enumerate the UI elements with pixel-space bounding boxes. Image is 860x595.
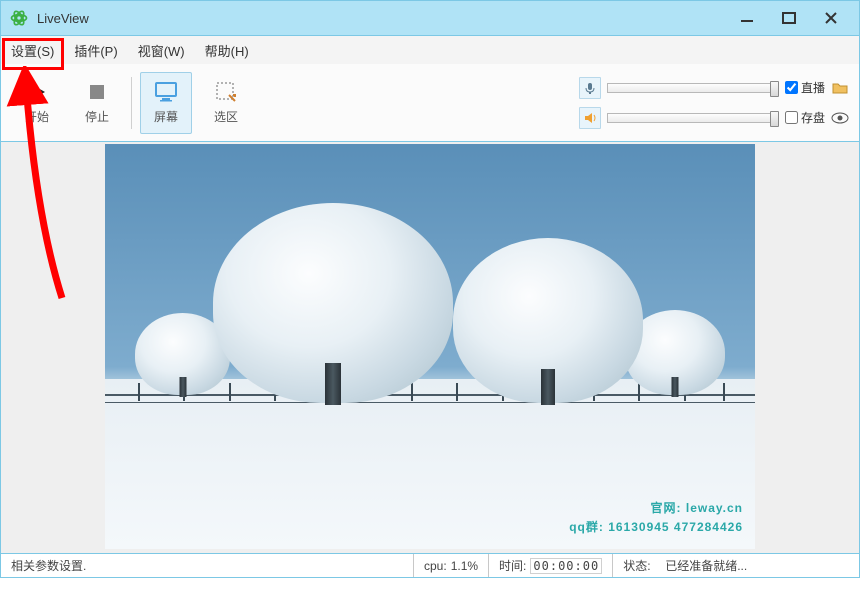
toolbar-region-button[interactable]: 选区 (200, 72, 252, 134)
preview-area: 官网: leway.cn qq群: 16130945 477284426 (0, 142, 860, 554)
menu-bar: 设置(S) 插件(P) 视窗(W) 帮助(H) (0, 36, 860, 64)
live-checkbox[interactable]: 直播 (785, 79, 825, 96)
close-button[interactable] (819, 6, 843, 30)
status-cpu: cpu:1.1% (413, 554, 488, 577)
status-time: 时间: 00:00:00 (488, 554, 612, 577)
status-message: 相关参数设置. (1, 557, 413, 574)
mic-slider-row: 直播 (579, 77, 849, 99)
menu-settings[interactable]: 设置(S) (1, 37, 64, 64)
toolbar-separator (131, 77, 132, 129)
save-checkbox[interactable]: 存盘 (785, 109, 825, 126)
toolbar-source-group: 屏幕 选区 (140, 72, 252, 134)
preview-image: 官网: leway.cn qq群: 16130945 477284426 (105, 144, 755, 549)
mic-volume-slider[interactable] (607, 83, 779, 93)
speaker-volume-slider[interactable] (607, 113, 779, 123)
menu-window[interactable]: 视窗(W) (128, 37, 195, 64)
status-state: 状态: 已经准备就绪... (612, 554, 859, 577)
region-select-icon (214, 80, 238, 104)
toolbar: 开始 停止 屏幕 选区 直播 存盘 (0, 64, 860, 142)
toolbar-label: 选区 (214, 108, 238, 125)
folder-open-icon[interactable] (831, 79, 849, 97)
toolbar-label: 开始 (25, 108, 49, 125)
time-display: 00:00:00 (530, 558, 602, 574)
toolbar-label: 屏幕 (154, 108, 178, 125)
title-bar: LiveView (0, 0, 860, 36)
toolbar-start-button[interactable]: 开始 (11, 72, 63, 134)
menu-plugins[interactable]: 插件(P) (64, 37, 127, 64)
toolbar-stop-button[interactable]: 停止 (71, 72, 123, 134)
play-icon (25, 80, 49, 104)
speaker-icon[interactable] (579, 107, 601, 129)
monitor-icon (154, 80, 178, 104)
minimize-button[interactable] (735, 6, 759, 30)
window-controls (735, 6, 851, 30)
status-bar: 相关参数设置. cpu:1.1% 时间: 00:00:00 状态: 已经准备就绪… (0, 554, 860, 578)
toolbar-playback-group: 开始 停止 (11, 72, 123, 134)
speaker-slider-row: 存盘 (579, 107, 849, 129)
stop-icon (85, 80, 109, 104)
toolbar-screen-button[interactable]: 屏幕 (140, 72, 192, 134)
app-title: LiveView (37, 11, 735, 26)
menu-help[interactable]: 帮助(H) (195, 37, 259, 64)
maximize-button[interactable] (777, 6, 801, 30)
watermark-text: 官网: leway.cn qq群: 16130945 477284426 (569, 499, 743, 537)
toolbar-right-panel: 直播 存盘 (579, 77, 849, 129)
toolbar-label: 停止 (85, 108, 109, 125)
app-logo-icon (9, 8, 29, 28)
eye-icon[interactable] (831, 109, 849, 127)
mic-icon[interactable] (579, 77, 601, 99)
